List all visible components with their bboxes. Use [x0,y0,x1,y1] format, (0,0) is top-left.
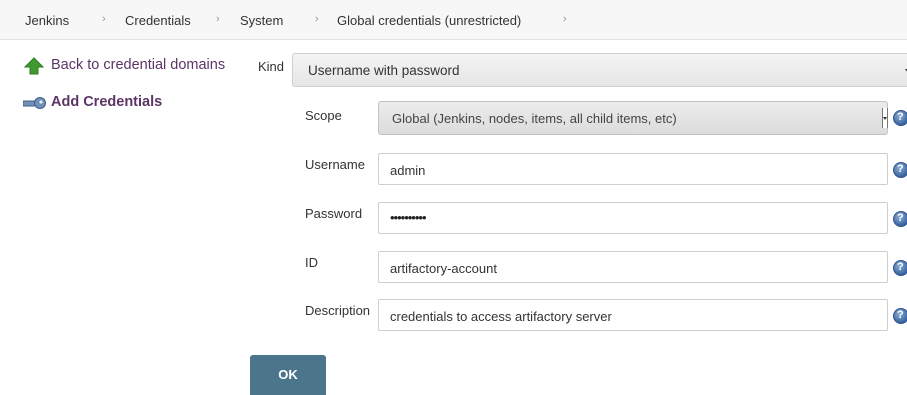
breadcrumb-separator-icon: › [563,13,567,25]
scope-selected-value: Global (Jenkins, nodes, items, all child… [392,111,677,126]
add-credentials-label: Add Credentials [51,94,163,110]
breadcrumb-global-credentials[interactable]: Global credentials (unrestricted) [337,13,521,28]
password-input[interactable]: •••••••••• [378,202,888,234]
username-label: Username [305,157,365,172]
kind-label: Kind [258,59,285,74]
ok-button[interactable]: OK [250,355,326,395]
username-value: admin [390,163,426,178]
breadcrumb-jenkins[interactable]: Jenkins [25,13,69,28]
description-input[interactable]: credentials to access artifactory server [378,299,888,331]
help-icon[interactable]: ? [893,308,907,324]
help-icon[interactable]: ? [893,162,907,178]
kind-select[interactable]: Username with password [292,53,907,87]
password-value: •••••••••• [390,210,427,225]
description-value: credentials to access artifactory server [390,309,612,324]
breadcrumb: Jenkins › Credentials › System › Global … [0,0,907,40]
scope-label: Scope [305,108,342,123]
breadcrumb-separator-icon: › [102,13,106,25]
id-value: artifactory-account [390,261,497,276]
add-credentials-link[interactable]: Add Credentials [23,94,193,114]
breadcrumb-separator-icon: › [315,13,319,25]
id-input[interactable]: artifactory-account [378,251,888,283]
username-input[interactable]: admin [378,153,888,185]
password-label: Password [305,206,363,221]
green-up-arrow-icon [24,57,44,75]
chevron-down-icon [882,108,888,128]
help-icon[interactable]: ? [893,260,907,276]
breadcrumb-separator-icon: › [216,13,220,25]
breadcrumb-credentials[interactable]: Credentials [125,13,191,28]
scope-select[interactable]: Global (Jenkins, nodes, items, all child… [378,101,888,135]
description-label: Description [305,303,371,318]
back-link-label: Back to credential domains [51,57,226,73]
back-to-credential-domains-link[interactable]: Back to credential domains [23,57,248,77]
breadcrumb-system[interactable]: System [240,13,283,28]
key-icon [23,97,46,109]
id-label: ID [305,255,318,270]
help-icon[interactable]: ? [893,110,907,126]
help-icon[interactable]: ? [893,211,907,227]
kind-selected-value: Username with password [308,63,460,78]
